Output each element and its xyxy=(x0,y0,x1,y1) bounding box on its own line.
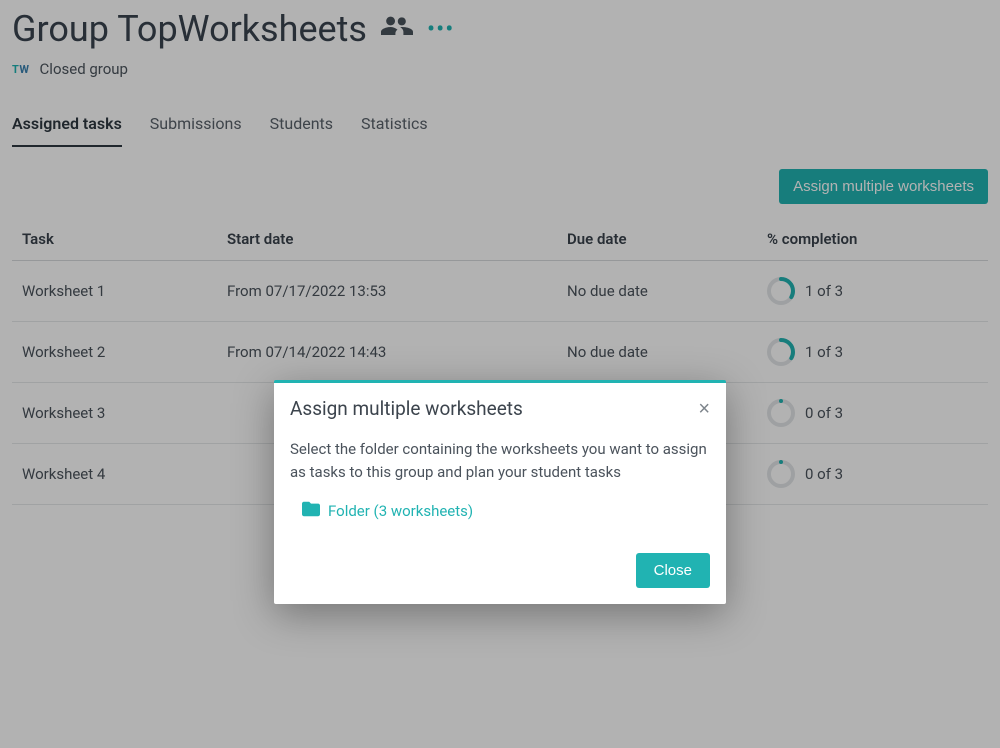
folder-link[interactable]: Folder (3 worksheets) xyxy=(302,501,710,521)
modal-body: Select the folder containing the workshe… xyxy=(274,430,726,541)
modal-header: Assign multiple worksheets × xyxy=(274,383,726,430)
modal-footer: Close xyxy=(274,541,726,604)
assign-multiple-modal: Assign multiple worksheets × Select the … xyxy=(274,380,726,604)
modal-title: Assign multiple worksheets xyxy=(290,397,523,420)
modal-close-button[interactable]: Close xyxy=(636,553,710,588)
modal-overlay[interactable]: Assign multiple worksheets × Select the … xyxy=(0,0,1000,748)
page-root: Group TopWorksheets ••• TW Closed group … xyxy=(0,0,1000,748)
folder-label: Folder (3 worksheets) xyxy=(328,502,473,520)
modal-description: Select the folder containing the workshe… xyxy=(290,438,710,483)
modal-close-x[interactable]: × xyxy=(698,399,710,419)
folder-icon xyxy=(302,501,320,521)
